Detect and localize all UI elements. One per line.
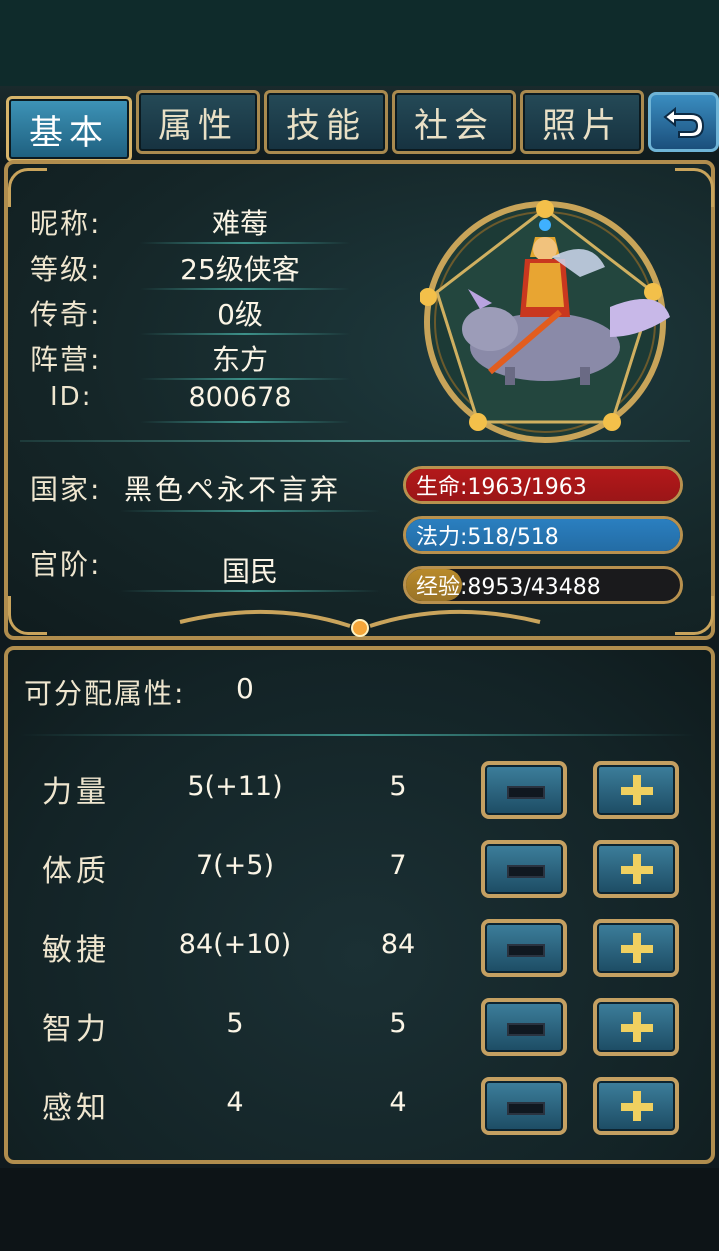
ornament-corner [8,596,47,635]
decrease-agility-button[interactable] [481,919,567,977]
section-divider [20,734,695,736]
increase-intelligence-button[interactable] [593,998,679,1056]
legend-label: 传奇: [30,298,102,331]
minus-icon [507,1102,545,1115]
level-value: 25级侠客 [180,253,300,286]
attribute-base-intelligence: 5 [389,1008,407,1039]
divider [140,242,350,244]
increase-agility-button[interactable] [593,919,679,977]
hp-bar: 生命:1963/1963 [403,466,683,504]
divider [140,421,350,423]
country-value: 黑色ぺ永不言弃 [124,473,342,506]
divider [120,510,380,512]
tab-social[interactable]: 社会 [392,90,516,154]
decrease-constitution-button[interactable] [481,840,567,898]
minus-icon [507,786,545,799]
unallocated-points-label: 可分配属性: [24,677,186,710]
ornament-corner [675,168,714,207]
character-portrait [420,200,670,443]
nickname-value: 难莓 [211,207,268,240]
plus-icon-vertical [633,1012,641,1042]
nickname-label: 昵称: [30,207,102,240]
attribute-name-constitution: 体质 [42,854,110,889]
top-status-area [0,0,719,86]
id-value: 800678 [188,382,292,413]
mp-bar-label: 法力:518/518 [416,525,559,550]
plus-icon-vertical [633,775,641,805]
country-label: 国家: [30,473,102,506]
attribute-current-perception: 4 [226,1087,244,1118]
divider [140,288,350,290]
minus-icon [507,865,545,878]
tab-basic[interactable]: 基本 [6,96,132,162]
minus-icon [507,1023,545,1036]
tab-attributes[interactable]: 属性 [136,90,260,154]
mp-bar: 法力:518/518 [403,516,683,554]
tab-skills[interactable]: 技能 [264,90,388,154]
attribute-name-intelligence: 智力 [42,1012,110,1047]
increase-constitution-button[interactable] [593,840,679,898]
level-label: 等级: [30,253,102,286]
attribute-current-agility: 84(+10) [178,929,292,960]
attribute-base-strength: 5 [389,771,407,802]
exp-bar: 经验:8953/43488 [403,566,683,604]
back-arrow-icon [662,106,704,138]
decrease-intelligence-button[interactable] [481,998,567,1056]
plus-icon-vertical [633,854,641,884]
increase-strength-button[interactable] [593,761,679,819]
attribute-current-strength: 5(+11) [187,771,283,802]
hp-bar-label: 生命:1963/1963 [416,475,587,500]
plus-icon-vertical [633,933,641,963]
rank-label: 官阶: [30,548,102,581]
divider [140,378,350,380]
tab-photos[interactable]: 照片 [520,90,644,154]
unallocated-points-value: 0 [236,672,254,705]
attribute-base-perception: 4 [389,1087,407,1118]
attribute-base-constitution: 7 [389,850,407,881]
rank-value: 国民 [221,555,278,588]
exp-bar-label: 经验:8953/43488 [416,575,601,600]
divider [140,333,350,335]
attribute-current-intelligence: 5 [226,1008,244,1039]
back-button[interactable] [648,92,719,152]
ornament-corner [675,596,714,635]
bottom-area [0,1168,719,1251]
increase-perception-button[interactable] [593,1077,679,1135]
attribute-base-agility: 84 [380,929,416,960]
attribute-name-agility: 敏捷 [42,933,110,968]
faction-label: 阵营: [30,343,102,376]
decrease-strength-button[interactable] [481,761,567,819]
plus-icon-vertical [633,1091,641,1121]
attribute-name-perception: 感知 [42,1091,110,1126]
id-label: ID: [50,382,93,412]
divider [120,590,380,592]
faction-value: 东方 [211,343,268,376]
decrease-perception-button[interactable] [481,1077,567,1135]
minus-icon [507,944,545,957]
ornament-divider [179,609,541,637]
attribute-name-strength: 力量 [42,775,110,810]
attribute-current-constitution: 7(+5) [195,850,275,881]
legend-value: 0级 [217,298,263,331]
